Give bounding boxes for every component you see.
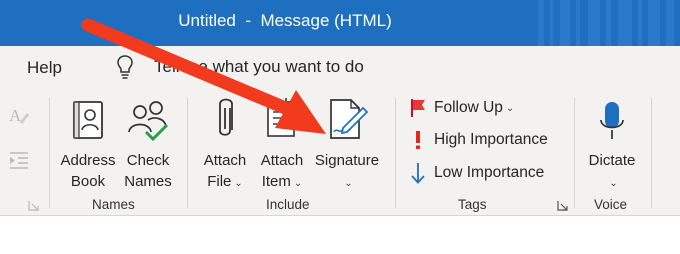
attach-item-button[interactable]: Attach Item ⌄ — [253, 90, 311, 194]
separator — [395, 98, 396, 208]
separator — [187, 98, 188, 208]
signature-icon — [330, 99, 369, 139]
dictate-label: Dictate — [588, 152, 636, 169]
indent-icon[interactable] — [8, 150, 30, 170]
address-book-label-line-2: Book — [70, 173, 106, 190]
include-group-label: Include — [266, 197, 310, 212]
chevron-down-icon: ⌄ — [609, 178, 618, 189]
address-book-icon — [73, 101, 103, 139]
attach-item-label-line-1: Attach — [260, 152, 304, 169]
low-importance-button[interactable]: Low Importance — [410, 162, 544, 184]
tab-help[interactable]: Help — [27, 58, 62, 78]
high-importance-button[interactable]: High Importance — [410, 130, 548, 150]
high-importance-label: High Importance — [434, 131, 548, 148]
chevron-down-icon: ⌄ — [505, 102, 515, 114]
address-book-button[interactable]: Address Book — [57, 90, 119, 192]
attach-file-label-line-1: Attach — [203, 152, 247, 169]
paperclip-icon — [219, 98, 233, 136]
separator — [49, 98, 50, 208]
basic-text-dialog-launcher-icon[interactable] — [28, 200, 39, 211]
chevron-down-icon: ⌄ — [344, 178, 353, 189]
check-names-label-line-1: Check — [126, 152, 170, 169]
tell-me-search[interactable]: Tell me what you want to do — [116, 54, 364, 80]
svg-text:A: A — [9, 106, 22, 125]
separator — [574, 98, 575, 208]
flag-icon — [411, 99, 425, 117]
follow-up-label: Follow Up — [434, 99, 503, 116]
format-painter-icon[interactable]: A — [8, 104, 30, 126]
tags-dialog-launcher-icon[interactable] — [557, 200, 568, 211]
title-bar-decoration — [538, 0, 674, 46]
attach-file-button[interactable]: Attach File ⌄ — [196, 90, 254, 194]
tags-group-label: Tags — [458, 197, 487, 212]
voice-group-label: Voice — [594, 197, 628, 212]
ribbon: A Address Book Check Names Names Attach … — [0, 90, 680, 216]
lightbulb-icon — [117, 55, 133, 79]
attach-file-label-line-2: File — [207, 173, 232, 190]
check-names-button[interactable]: Check Names — [120, 90, 176, 192]
signature-label: Signature — [314, 152, 380, 169]
signature-button[interactable]: Signature ⌄ — [310, 90, 384, 194]
attach-item-icon — [267, 98, 295, 137]
microphone-icon — [600, 102, 624, 139]
tell-me-text: Tell me what you want to do — [154, 57, 364, 76]
low-importance-label: Low Importance — [434, 164, 545, 181]
attach-item-label-line-2: Item — [261, 173, 291, 190]
title-bar: Untitled - Message (HTML) — [0, 0, 680, 46]
chevron-down-icon: ⌄ — [234, 178, 243, 189]
chevron-down-icon: ⌄ — [293, 178, 303, 189]
check-names-label-line-2: Names — [124, 173, 172, 190]
address-book-label-line-1: Address — [60, 152, 116, 169]
menu-bar: Help Tell me what you want to do — [0, 46, 680, 90]
names-group-label: Names — [92, 197, 135, 212]
separator — [651, 98, 652, 208]
window-title: Untitled - Message (HTML) — [178, 11, 392, 30]
exclamation-icon — [416, 131, 420, 149]
follow-up-button[interactable]: Follow Up ⌄ — [410, 98, 514, 118]
check-names-icon — [128, 101, 169, 142]
down-arrow-icon — [411, 163, 425, 184]
dictate-button[interactable]: Dictate ⌄ — [582, 90, 642, 194]
